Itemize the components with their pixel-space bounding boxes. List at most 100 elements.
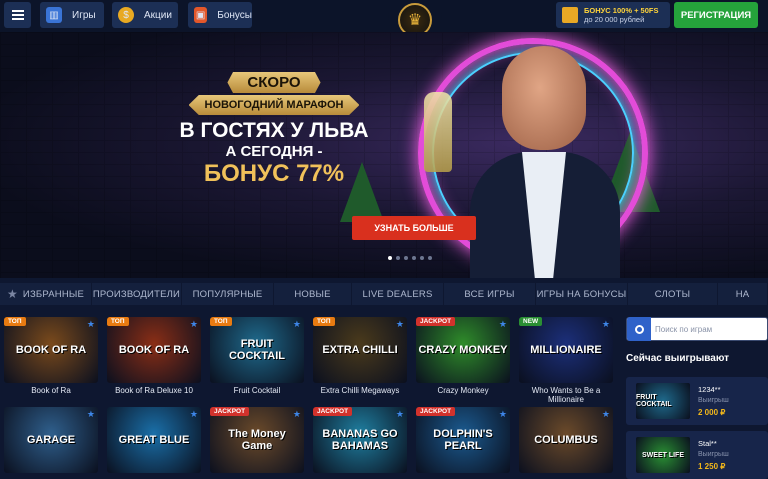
promo-headline: В ГОСТЯХ У ЛЬВА (179, 119, 369, 142)
search-icon[interactable] (627, 317, 651, 341)
champagne-glass (424, 92, 452, 172)
game-thumbnail: MILLIONAIRE (519, 317, 613, 383)
top-header: ▥ Игры $ Акции ▣ Бонусы ♛ БОНУС 100% + 5… (0, 0, 768, 40)
game-name[interactable]: Extra Chilli Megaways (310, 386, 410, 395)
favorite-star-icon[interactable]: ★ (396, 319, 404, 330)
game-badge: ТОП (107, 317, 129, 326)
nav-promotions-button[interactable]: $ Акции (112, 2, 178, 28)
tab-label: ВСЕ ИГРЫ (464, 288, 515, 300)
winner-card[interactable]: SWEET LIFE Stal** Выигрыш 1 250 ₽ (626, 431, 768, 479)
game-search-field[interactable]: Поиск по играм (626, 317, 768, 341)
game-name[interactable]: Book of Ra (1, 386, 101, 395)
game-name[interactable]: Book of Ra Deluxe 10 (104, 386, 204, 395)
winner-game-thumbnail: SWEET LIFE (636, 437, 690, 473)
slider-dot[interactable] (428, 256, 432, 260)
game-thumbnail: FRUIT COCKTAIL (210, 317, 304, 383)
nav-games-label: Игры (72, 9, 96, 21)
menu-button[interactable] (4, 2, 31, 28)
game-tile[interactable]: CRAZY MONKEY JACKPOT ★ (416, 317, 510, 383)
favorite-star-icon[interactable]: ★ (87, 409, 95, 420)
tab-item[interactable]: ПРОИЗВОДИТЕЛИ (92, 283, 182, 305)
nav-bonuses-button[interactable]: ▣ Бонусы (188, 2, 252, 28)
tab-item[interactable]: ★ ИЗБРАННЫЕ (0, 283, 92, 305)
slider-dot[interactable] (396, 256, 400, 260)
tab-item[interactable]: НОВЫЕ (274, 283, 352, 305)
game-badge: NEW (519, 317, 543, 326)
slider-dot[interactable] (412, 256, 416, 260)
tab-item[interactable]: ИГРЫ НА БОНУСЫ (536, 283, 628, 305)
winner-game-thumbnail: FRUIT COCKTAIL (636, 383, 690, 419)
game-tile[interactable]: GREAT BLUE ★ (107, 407, 201, 473)
favorite-star-icon[interactable]: ★ (602, 319, 610, 330)
favorite-star-icon[interactable]: ★ (190, 319, 198, 330)
tab-item[interactable]: ПОПУЛЯРНЫЕ (182, 283, 274, 305)
game-badge: JACKPOT (313, 407, 353, 416)
favorite-star-icon[interactable]: ★ (602, 409, 610, 420)
game-badge: JACKPOT (416, 317, 456, 326)
game-thumbnail: GARAGE (4, 407, 98, 473)
tab-item[interactable]: LIVE DEALERS (352, 283, 444, 305)
gift-box-icon (562, 7, 578, 23)
gift-icon: ▣ (194, 7, 208, 23)
tab-item[interactable]: НА (718, 283, 768, 305)
game-tile[interactable]: The Money Game JACKPOT ★ (210, 407, 304, 473)
favorite-star-icon[interactable]: ★ (293, 409, 301, 420)
tab-label: ПОПУЛЯРНЫЕ (192, 288, 263, 300)
tab-label: ИЗБРАННЫЕ (22, 288, 85, 300)
game-tile[interactable]: FRUIT COCKTAIL ТОП ★ (210, 317, 304, 383)
bonus-offer-button[interactable]: БОНУС 100% + 50FS до 20 000 рублей (556, 2, 670, 28)
game-thumbnail: EXTRA CHILLI (313, 317, 407, 383)
tab-label: LIVE DEALERS (362, 288, 433, 300)
game-tile[interactable]: MILLIONAIRE NEW ★ (519, 317, 613, 383)
star-icon: ★ (6, 287, 18, 301)
tab-label: ИГРЫ НА БОНУСЫ (536, 288, 627, 300)
game-thumbnail: The Money Game (210, 407, 304, 473)
game-tile[interactable]: EXTRA CHILLI ТОП ★ (313, 317, 407, 383)
winner-label: Выигрыш (698, 451, 729, 458)
learn-more-button[interactable]: УЗНАТЬ БОЛЬШЕ (352, 216, 476, 240)
game-name[interactable]: Who Wants to Be a Millionaire (516, 386, 616, 404)
game-tile[interactable]: BANANAS GO BAHAMAS JACKPOT ★ (313, 407, 407, 473)
tab-item[interactable]: ВСЕ ИГРЫ (444, 283, 536, 305)
promo-text-block: СКОРО НОВОГОДНИЙ МАРАФОН В ГОСТЯХ У ЛЬВА… (174, 72, 374, 188)
slider-dot[interactable] (404, 256, 408, 260)
game-badge: JACKPOT (210, 407, 250, 416)
favorite-star-icon[interactable]: ★ (87, 319, 95, 330)
hero-banner[interactable]: СКОРО НОВОГОДНИЙ МАРАФОН В ГОСТЯХ У ЛЬВА… (0, 32, 768, 278)
game-badge: ТОП (4, 317, 26, 326)
winner-card[interactable]: FRUIT COCKTAIL 1234** Выигрыш 2 000 ₽ (626, 377, 768, 425)
favorite-star-icon[interactable]: ★ (499, 409, 507, 420)
game-badge: ТОП (313, 317, 335, 326)
nav-promotions-label: Акции (144, 9, 172, 21)
game-thumbnail: BOOK OF RA (107, 317, 201, 383)
promo-bonus: БОНУС 77% (203, 160, 345, 187)
game-tile[interactable]: GARAGE ★ (4, 407, 98, 473)
favorite-star-icon[interactable]: ★ (396, 409, 404, 420)
promo-today: А СЕГОДНЯ - (225, 143, 323, 160)
favorite-star-icon[interactable]: ★ (499, 319, 507, 330)
search-placeholder: Поиск по играм (655, 324, 713, 334)
slider-dot[interactable] (388, 256, 392, 260)
game-thumbnail: BANANAS GO BAHAMAS (313, 407, 407, 473)
winner-username: Stal** (698, 439, 717, 448)
game-name[interactable]: Crazy Monkey (413, 386, 513, 395)
game-tile[interactable]: BOOK OF RA ТОП ★ (4, 317, 98, 383)
slider-dot[interactable] (420, 256, 424, 260)
game-thumbnail: DOLPHIN'S PEARL (416, 407, 510, 473)
tab-item[interactable]: СЛОТЫ (628, 283, 718, 305)
favorite-star-icon[interactable]: ★ (293, 319, 301, 330)
winner-amount: 1 250 ₽ (698, 462, 726, 471)
nav-games-button[interactable]: ▥ Игры (40, 2, 104, 28)
category-tabs: ★ ИЗБРАННЫЕ ПРОИЗВОДИТЕЛИ ПОПУЛЯРНЫЕ НОВЫЕ LI… (0, 283, 768, 305)
game-name[interactable]: Fruit Cocktail (207, 386, 307, 395)
winner-label: Выигрыш (698, 397, 729, 404)
register-button[interactable]: РЕГИСТРАЦИЯ (674, 2, 758, 28)
game-tile[interactable]: DOLPHIN'S PEARL JACKPOT ★ (416, 407, 510, 473)
game-badge: ТОП (210, 317, 232, 326)
game-thumbnail: CRAZY MONKEY (416, 317, 510, 383)
winners-title: Сейчас выигрывают (626, 353, 730, 364)
game-thumbnail: BOOK OF RA (4, 317, 98, 383)
game-tile[interactable]: BOOK OF RA ТОП ★ (107, 317, 201, 383)
game-tile[interactable]: COLUMBUS ★ (519, 407, 613, 473)
favorite-star-icon[interactable]: ★ (190, 409, 198, 420)
